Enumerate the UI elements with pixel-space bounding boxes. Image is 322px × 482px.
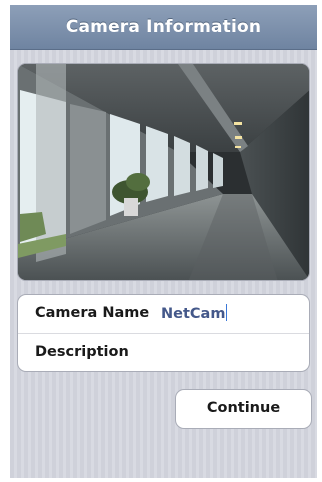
camera-info-form: Camera Name NetCam Description — [17, 294, 310, 372]
text-cursor — [226, 304, 228, 321]
app-screen: Camera Information Camera Name NetCam De… — [10, 5, 317, 478]
description-input[interactable] — [161, 340, 301, 366]
description-label: Description — [35, 344, 129, 360]
camera-name-value: NetCam — [161, 306, 226, 322]
page-title: Camera Information — [65, 17, 262, 37]
camera-preview — [17, 63, 310, 281]
camera-feed-image — [18, 64, 309, 280]
description-row: Description — [18, 334, 309, 371]
camera-name-row: Camera Name NetCam — [18, 295, 309, 333]
camera-name-label: Camera Name — [35, 305, 150, 321]
camera-name-input[interactable]: NetCam — [161, 301, 301, 327]
navigation-bar: Camera Information — [10, 5, 317, 50]
continue-button[interactable]: Continue — [175, 389, 312, 429]
continue-button-label: Continue — [206, 400, 281, 416]
